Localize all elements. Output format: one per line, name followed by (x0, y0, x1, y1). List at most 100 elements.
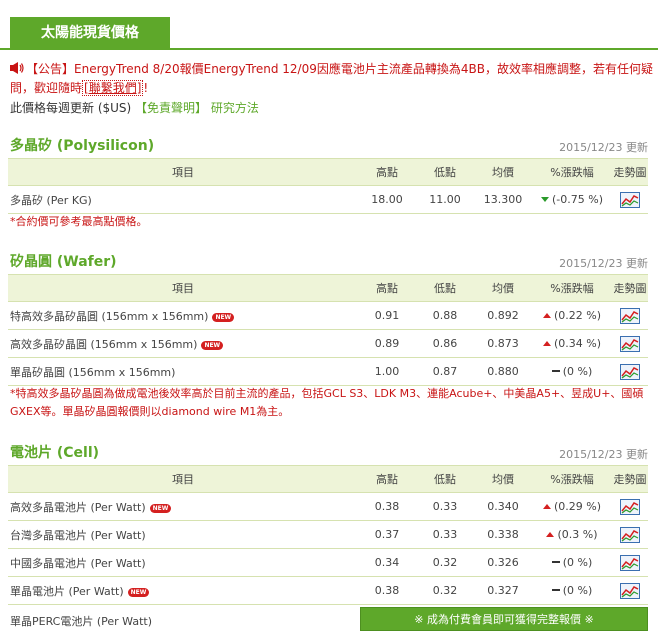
change-value: (0.3 %) (557, 528, 598, 541)
polysilicon-table: 項目 高點 低點 均價 %漲跌幅 走勢圖 多晶矽 (Per KG) 18.00 11.00 13.… (8, 158, 648, 214)
table-row-locked: 單晶PERC電池片 (Per Watt) ※ 成為付費會員即可獲得完整報價 ※ (8, 605, 648, 633)
column-header-high: 高點 (358, 274, 416, 302)
speaker-icon (10, 62, 24, 74)
row-name[interactable]: 單晶矽晶圓 (156mm x 156mm) (10, 366, 175, 379)
row-change: (0 %) (532, 357, 612, 386)
row-low: 0.32 (416, 548, 474, 577)
row-low: 0.87 (416, 357, 474, 386)
row-trend (612, 520, 648, 549)
trend-chart-icon[interactable] (620, 363, 640, 380)
row-avg: 13.300 (474, 185, 532, 214)
row-name[interactable]: 台灣多晶電池片 (Per Watt) (10, 529, 146, 542)
table-row: 高效多晶矽晶圓 (156mm x 156mm) NEW 0.89 0.86 0.873 (… (8, 329, 648, 358)
row-name: 單晶PERC電池片 (Per Watt) (10, 615, 153, 628)
row-low: 0.33 (416, 492, 474, 521)
trend-chart-icon[interactable] (620, 307, 640, 324)
row-change: (0 %) (532, 548, 612, 577)
wafer-note: *特高效多晶矽晶圓為做成電池後效率高於目前主流的產品，包括GCL S3、LDK … (10, 387, 644, 418)
column-header-item: 項目 (8, 465, 358, 493)
column-header-high: 高點 (358, 465, 416, 493)
table-header-row: 項目 高點 低點 均價 %漲跌幅 走勢圖 (8, 158, 648, 186)
arrow-up-icon (542, 313, 551, 318)
row-change: (-0.75 %) (532, 185, 612, 214)
table-header-row: 項目 高點 低點 均價 %漲跌幅 走勢圖 (8, 465, 648, 493)
become-member-button[interactable]: ※ 成為付費會員即可獲得完整報價 ※ (360, 607, 648, 631)
notice: 【公告】EnergyTrend 8/20報價EnergyTrend 12/09因… (10, 60, 655, 98)
change-value: (0.22 %) (553, 309, 602, 322)
arrow-down-icon (541, 197, 549, 202)
new-badge: NEW (127, 587, 150, 597)
row-change: (0.34 %) (532, 329, 612, 358)
table-row: 特高效多晶矽晶圓 (156mm x 156mm) NEW 0.91 0.88 0.892… (8, 301, 648, 330)
table-header-row: 項目 高點 低點 均價 %漲跌幅 走勢圖 (8, 274, 648, 302)
change-value: (0 %) (562, 365, 593, 378)
section-date-cell: 2015/12/23 更新 (559, 448, 648, 461)
row-name-cell: 高效多晶電池片 (Per Watt) NEW (8, 492, 358, 521)
row-low: 0.33 (416, 520, 474, 549)
update-text: 此價格每週更新 ($US) (10, 101, 132, 115)
trend-chart-icon[interactable] (620, 498, 640, 515)
column-header-avg: 均價 (474, 158, 532, 186)
row-trend (612, 301, 648, 330)
column-header-low: 低點 (416, 274, 474, 302)
row-name[interactable]: 高效多晶矽晶圓 (156mm x 156mm) (10, 338, 197, 351)
row-low: 0.88 (416, 301, 474, 330)
new-badge: NEW (212, 312, 235, 322)
arrow-up-icon (542, 504, 551, 509)
dash-icon (551, 589, 560, 591)
row-change: (0 %) (532, 576, 612, 605)
row-name[interactable]: 中國多晶電池片 (Per Watt) (10, 557, 146, 570)
row-name-cell: 單晶電池片 (Per Watt) NEW (8, 576, 358, 605)
section-date-polysilicon: 2015/12/23 更新 (559, 141, 648, 154)
row-name[interactable]: 多晶矽 (Per KG) (10, 194, 92, 207)
change-value: (-0.75 %) (552, 193, 603, 206)
row-high: 0.34 (358, 548, 416, 577)
dash-icon (551, 561, 560, 563)
table-row: 多晶矽 (Per KG) 18.00 11.00 13.300 (-0.75 %) (8, 185, 648, 214)
trend-chart-icon[interactable] (620, 554, 640, 571)
row-name-cell: 中國多晶電池片 (Per Watt) (8, 548, 358, 577)
column-header-high: 高點 (358, 158, 416, 186)
disclaimer-link[interactable]: 【免責聲明】 (135, 101, 207, 115)
section-date-wafer: 2015/12/23 更新 (559, 257, 648, 270)
row-name[interactable]: 單晶電池片 (Per Watt) (10, 585, 124, 598)
new-badge: NEW (201, 340, 224, 350)
row-name-cell: 高效多晶矽晶圓 (156mm x 156mm) NEW (8, 329, 358, 358)
contact-us-link[interactable]: [聯繫我們] (82, 80, 144, 96)
trend-chart-icon[interactable] (620, 526, 640, 543)
row-high: 0.38 (358, 576, 416, 605)
cell-table: 項目 高點 低點 均價 %漲跌幅 走勢圖 高效多晶電池片 (Per Watt) NEW 0.38… (8, 465, 648, 605)
row-change: (0.22 %) (532, 301, 612, 330)
new-badge: NEW (149, 503, 172, 513)
row-avg: 0.326 (474, 548, 532, 577)
row-avg: 0.880 (474, 357, 532, 386)
trend-chart-icon[interactable] (620, 191, 640, 208)
column-header-avg: 均價 (474, 274, 532, 302)
column-header-change: %漲跌幅 (532, 158, 612, 186)
row-high: 0.37 (358, 520, 416, 549)
row-name[interactable]: 高效多晶電池片 (Per Watt) (10, 501, 146, 514)
wafer-table: 項目 高點 低點 均價 %漲跌幅 走勢圖特高效多晶矽晶圓 (156mm x 156mm) N… (8, 274, 648, 386)
row-high: 1.00 (358, 357, 416, 386)
row-trend (612, 548, 648, 577)
row-avg: 0.327 (474, 576, 532, 605)
change-value: (0.34 %) (553, 337, 602, 350)
table-row: 台灣多晶電池片 (Per Watt) 0.37 0.33 0.338 (0.3 %) (8, 520, 648, 549)
column-header-trend: 走勢圖 (612, 465, 648, 493)
change-value: (0.29 %) (553, 500, 602, 513)
row-name[interactable]: 特高效多晶矽晶圓 (156mm x 156mm) (10, 310, 208, 323)
trend-chart-icon[interactable] (620, 582, 640, 599)
dash-icon (551, 370, 560, 372)
trend-chart-icon[interactable] (620, 335, 640, 352)
column-header-item: 項目 (8, 158, 358, 186)
research-method-link[interactable]: 研究方法 (211, 101, 259, 115)
arrow-up-icon (542, 341, 551, 346)
column-header-low: 低點 (416, 465, 474, 493)
arrow-up-icon (546, 532, 555, 537)
row-change: (0.3 %) (532, 520, 612, 549)
change-value: (0 %) (562, 584, 593, 597)
update-info: 此價格每週更新 ($US) 【免責聲明】 研究方法 (10, 99, 259, 116)
column-header-avg: 均價 (474, 465, 532, 493)
row-avg: 0.338 (474, 520, 532, 549)
row-high: 18.00 (358, 185, 416, 214)
